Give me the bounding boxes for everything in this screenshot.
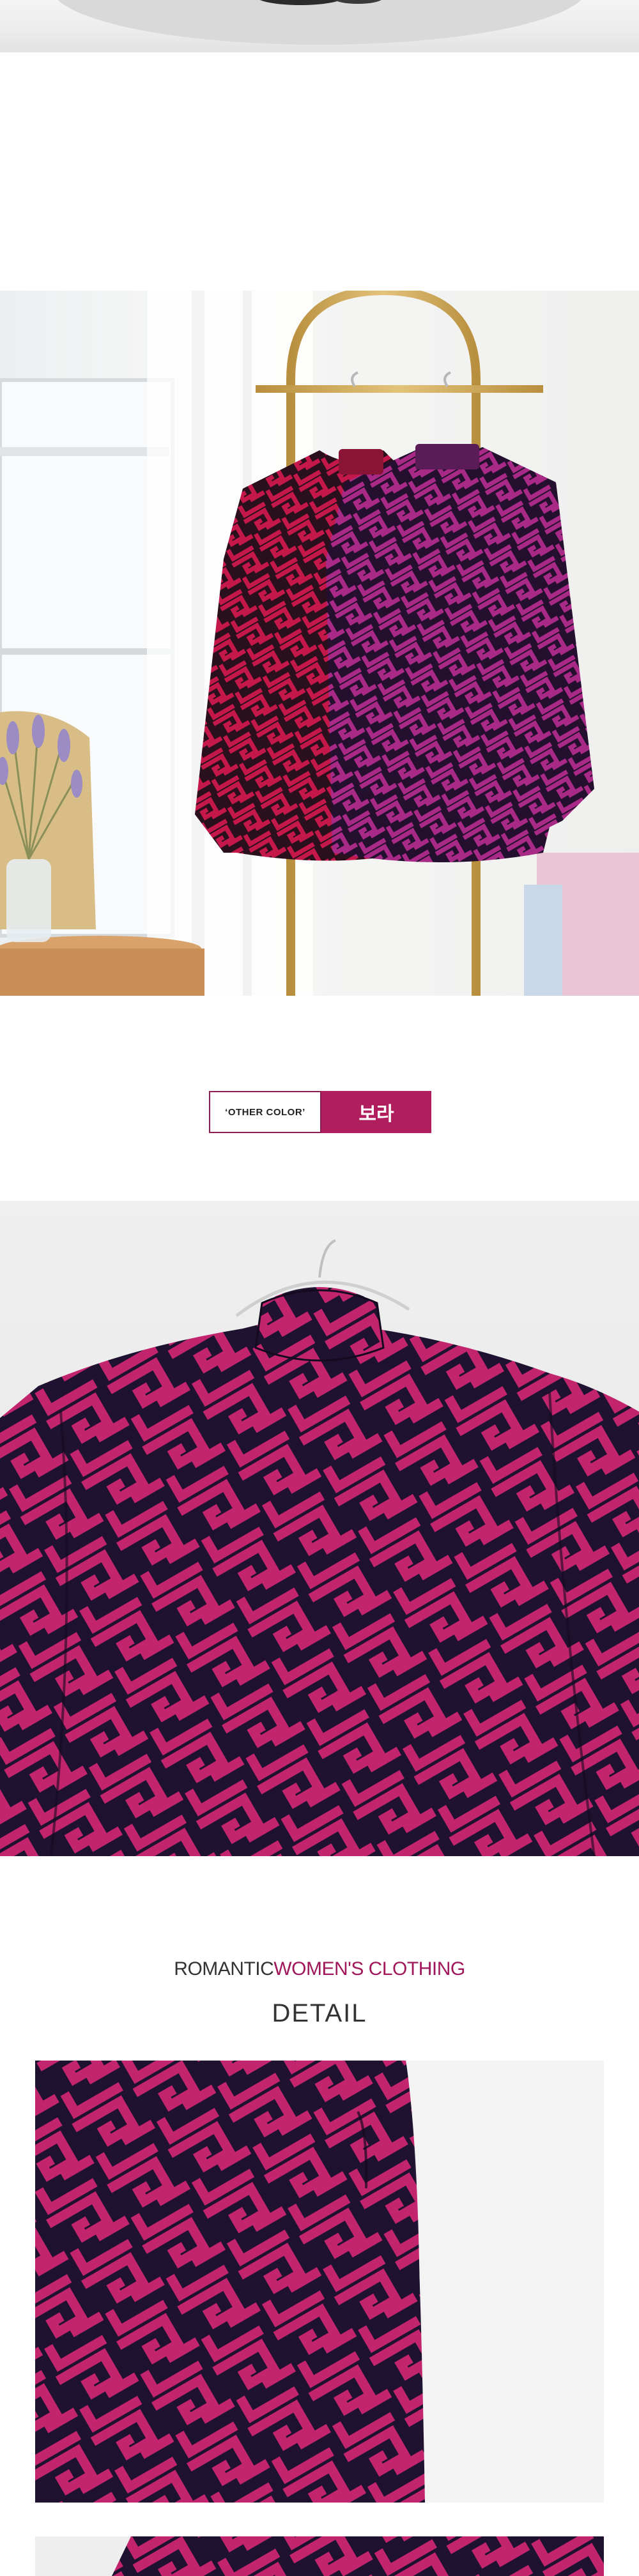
detail-photo-1-image	[35, 2061, 604, 2503]
detail-photo-2	[35, 2536, 604, 2576]
closeup-photo	[0, 1201, 639, 1856]
other-color-label: ‘OTHER COLOR’	[209, 1091, 321, 1133]
other-color-badge: ‘OTHER COLOR’ 보라	[209, 1091, 431, 1133]
rack-photo	[0, 291, 639, 996]
romantic-text: ROMANTIC	[174, 1958, 274, 1979]
detail-photo-1	[35, 2061, 604, 2503]
closeup-photo-image	[0, 1201, 639, 1856]
rack-photo-image	[0, 291, 639, 996]
color-name-label: 보라	[321, 1091, 431, 1133]
detail-photo-2-image	[35, 2536, 604, 2576]
top-strip-image	[58, 0, 581, 45]
romantic-heading: ROMANTICWOMEN'S CLOTHING	[0, 1958, 639, 1986]
womens-clothing-text: WOMEN'S CLOTHING	[273, 1958, 465, 1979]
detail-title: DETAIL	[272, 1999, 367, 2027]
top-photo-strip	[0, 0, 639, 52]
